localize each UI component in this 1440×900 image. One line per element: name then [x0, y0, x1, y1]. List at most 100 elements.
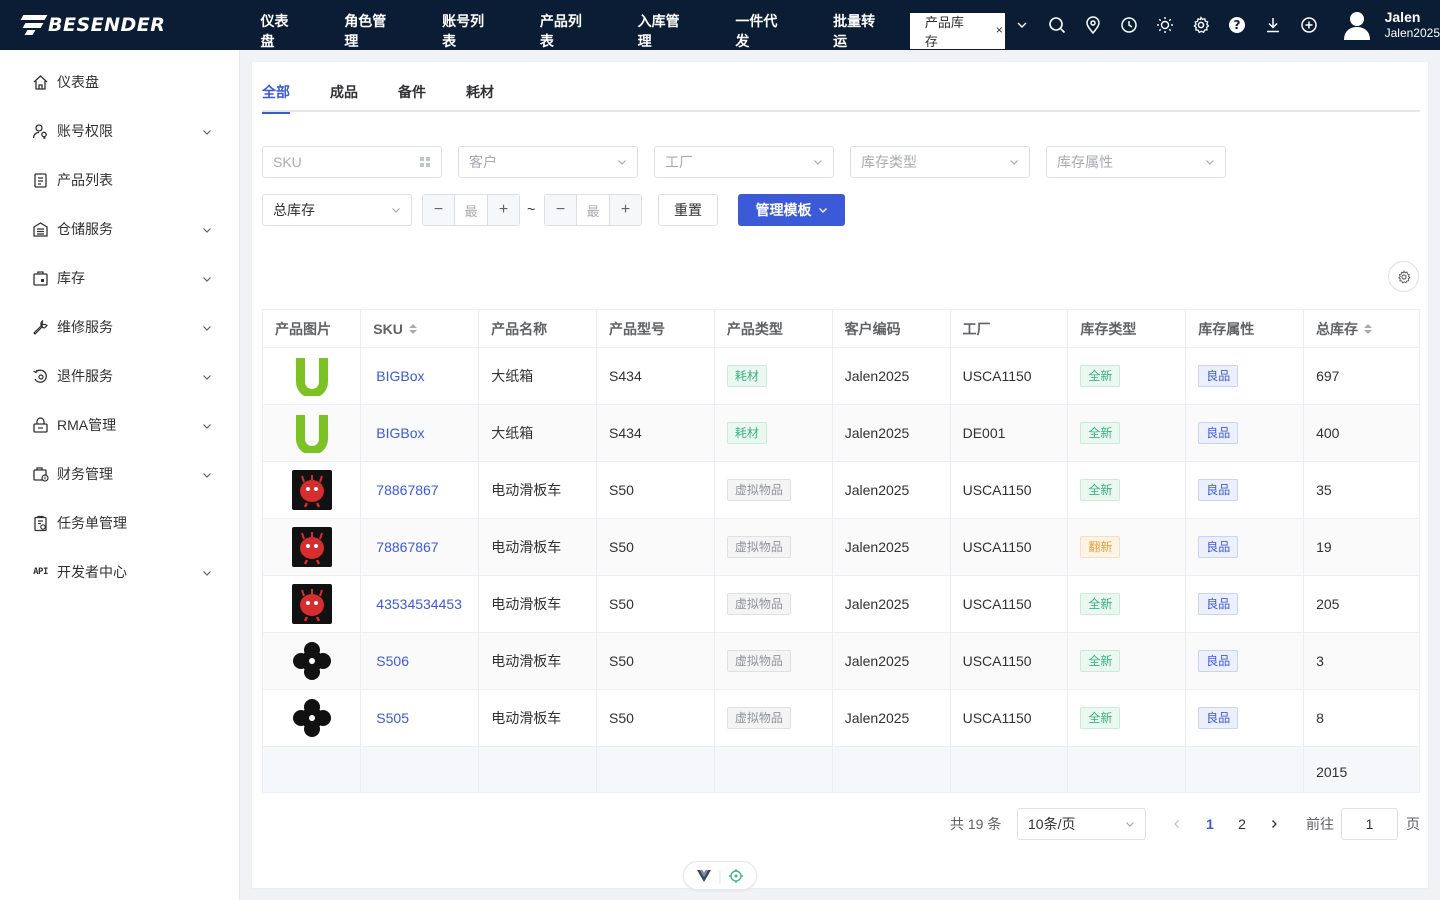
max-stock-input[interactable]: 最	[577, 195, 609, 225]
column-header[interactable]: 总库存	[1304, 310, 1420, 348]
sidebar-item-7[interactable]: RMA管理	[0, 400, 239, 450]
customer-select[interactable]: 客户	[458, 146, 638, 178]
table-row[interactable]: 78867867 电动滑板车 S50 虚拟物品 Jalen2025 USCA1150 翻新 良…	[263, 519, 1420, 576]
sidebar-item-6[interactable]: 退件服务	[0, 352, 239, 400]
top-nav-item[interactable]: 账号列表	[421, 13, 519, 49]
factory-placeholder: 工厂	[665, 154, 693, 170]
plus-circle-icon[interactable]	[1291, 0, 1327, 50]
sidebar-item-2[interactable]: 产品列表	[0, 156, 239, 204]
top-nav-active-tab[interactable]: 产品库存 ×	[909, 13, 1005, 49]
product-thumbnail[interactable]	[292, 641, 332, 681]
chevron-down-icon	[201, 468, 213, 480]
product-name-cell: 电动滑板车	[479, 519, 598, 576]
tab-1[interactable]: 成品	[330, 80, 358, 112]
product-thumbnail[interactable]	[292, 698, 332, 738]
sidebar-item-10[interactable]: API 开发者中心	[0, 548, 239, 596]
max-stock-stepper[interactable]: − 最 +	[544, 194, 642, 226]
sku-link[interactable]: 78867867	[376, 539, 438, 555]
sku-cell: S506	[361, 633, 480, 690]
stock-type-tag: 全新	[1080, 650, 1121, 672]
sort-icon[interactable]	[1364, 323, 1373, 334]
brand-logo[interactable]: BESENDER	[0, 0, 239, 50]
top-nav-item[interactable]: 角色管理	[323, 13, 421, 49]
product-name-cell: 大纸箱	[479, 348, 598, 405]
inventory-table: 产品图片 SKU 产品名称 产品型号 产品类型 客户编码 工厂 库存类型 库存属性 总库存 BIGB…	[262, 309, 1420, 793]
decrement-button[interactable]: −	[545, 195, 577, 225]
close-tab-icon[interactable]: ×	[996, 23, 1003, 37]
sku-cell: BIGBox	[361, 348, 480, 405]
sidebar-item-9[interactable]: 任务单管理	[0, 498, 239, 548]
min-stock-input[interactable]: 最	[455, 195, 487, 225]
tab-0[interactable]: 全部	[262, 80, 290, 114]
table-row[interactable]: BIGBox 大纸箱 S434 耗材 Jalen2025 DE001 全新 良品 400	[263, 405, 1420, 462]
sku-link[interactable]: BIGBox	[376, 368, 424, 384]
top-nav-item[interactable]: 入库管理	[617, 13, 715, 49]
sku-link[interactable]: 43534534453	[376, 596, 462, 612]
top-nav-item[interactable]: 仪表盘	[239, 13, 323, 49]
manage-template-button[interactable]: 管理模板	[738, 194, 845, 226]
next-page-button[interactable]	[1259, 808, 1289, 840]
nav-more-chevron-icon[interactable]	[1005, 0, 1039, 50]
sidebar-item-label: 产品列表	[57, 172, 113, 188]
sidebar-item-8[interactable]: 财务管理	[0, 450, 239, 498]
sku-link[interactable]: 78867867	[376, 482, 438, 498]
product-thumbnail[interactable]	[291, 527, 332, 567]
sun-icon[interactable]	[1147, 0, 1183, 50]
goto-page-input[interactable]: 1	[1341, 808, 1398, 840]
table-row[interactable]: 78867867 电动滑板车 S50 虚拟物品 Jalen2025 USCA1150 全新 良…	[263, 462, 1420, 519]
sku-input[interactable]: SKU	[262, 146, 442, 178]
total-stock-select[interactable]: 总库存	[262, 194, 412, 226]
gear-icon[interactable]	[1183, 0, 1219, 50]
stock-type-select[interactable]: 库存类型	[850, 146, 1030, 178]
sidebar-item-5[interactable]: 维修服务	[0, 302, 239, 352]
sku-link[interactable]: S506	[376, 653, 409, 669]
total-stock-cell: 3	[1304, 633, 1420, 690]
sidebar-item-1[interactable]: 账号权限	[0, 106, 239, 156]
sidebar-item-0[interactable]: 仪表盘	[0, 58, 239, 106]
page-1-button[interactable]: 1	[1195, 808, 1225, 840]
reset-button[interactable]: 重置	[658, 194, 718, 226]
page-size-select[interactable]: 10条/页	[1017, 808, 1146, 840]
user-menu[interactable]: Jalen Jalen2025	[1341, 9, 1440, 41]
product-thumbnail[interactable]	[291, 584, 332, 624]
sku-link[interactable]: S505	[376, 710, 409, 726]
product-thumbnail[interactable]	[291, 470, 332, 510]
increment-button[interactable]: +	[609, 195, 641, 225]
table-row[interactable]: 43534534453 电动滑板车 S50 虚拟物品 Jalen2025 USCA1150…	[263, 576, 1420, 633]
top-nav-item[interactable]: 批量转运	[812, 13, 910, 49]
sku-link[interactable]: BIGBox	[376, 425, 424, 441]
product-type-cell: 虚拟物品	[714, 690, 833, 747]
product-image-cell	[263, 405, 362, 462]
page-2-button[interactable]: 2	[1227, 808, 1257, 840]
column-header: 产品图片	[263, 310, 362, 348]
location-icon[interactable]	[1075, 0, 1111, 50]
product-thumbnail[interactable]	[292, 356, 332, 396]
table-row[interactable]: S505 电动滑板车 S50 虚拟物品 Jalen2025 USCA1150 全新 良品 8	[263, 690, 1420, 747]
sidebar-item-3[interactable]: 仓储服务	[0, 204, 239, 254]
return-icon	[32, 368, 49, 385]
decrement-button[interactable]: −	[423, 195, 455, 225]
column-header[interactable]: SKU	[361, 310, 480, 348]
top-nav-item[interactable]: 产品列表	[519, 13, 617, 49]
table-row[interactable]: BIGBox 大纸箱 S434 耗材 Jalen2025 USCA1150 全新 良品 697	[263, 348, 1420, 405]
download-icon[interactable]	[1255, 0, 1291, 50]
top-nav-item[interactable]: 一件代发	[714, 13, 812, 49]
min-stock-stepper[interactable]: − 最 +	[422, 194, 520, 226]
stock-attr-select[interactable]: 库存属性	[1046, 146, 1226, 178]
tab-2[interactable]: 备件	[398, 80, 426, 112]
table-row[interactable]: S506 电动滑板车 S50 虚拟物品 Jalen2025 USCA1150 全新 良品 3	[263, 633, 1420, 690]
target-icon[interactable]	[728, 868, 743, 883]
prev-page-button[interactable]	[1162, 808, 1192, 840]
increment-button[interactable]: +	[487, 195, 519, 225]
help-icon[interactable]: ?	[1219, 0, 1255, 50]
vue-logo-icon[interactable]	[697, 869, 712, 882]
product-thumbnail[interactable]	[292, 413, 332, 453]
clock-icon[interactable]	[1111, 0, 1147, 50]
factory-select[interactable]: 工厂	[654, 146, 834, 178]
sidebar-item-4[interactable]: 库存	[0, 254, 239, 302]
tab-3[interactable]: 耗材	[466, 80, 494, 112]
floating-tool-pill[interactable]: |	[683, 861, 757, 890]
column-settings-button[interactable]	[1388, 261, 1419, 292]
search-icon[interactable]	[1039, 0, 1075, 50]
sort-icon[interactable]	[408, 323, 417, 334]
